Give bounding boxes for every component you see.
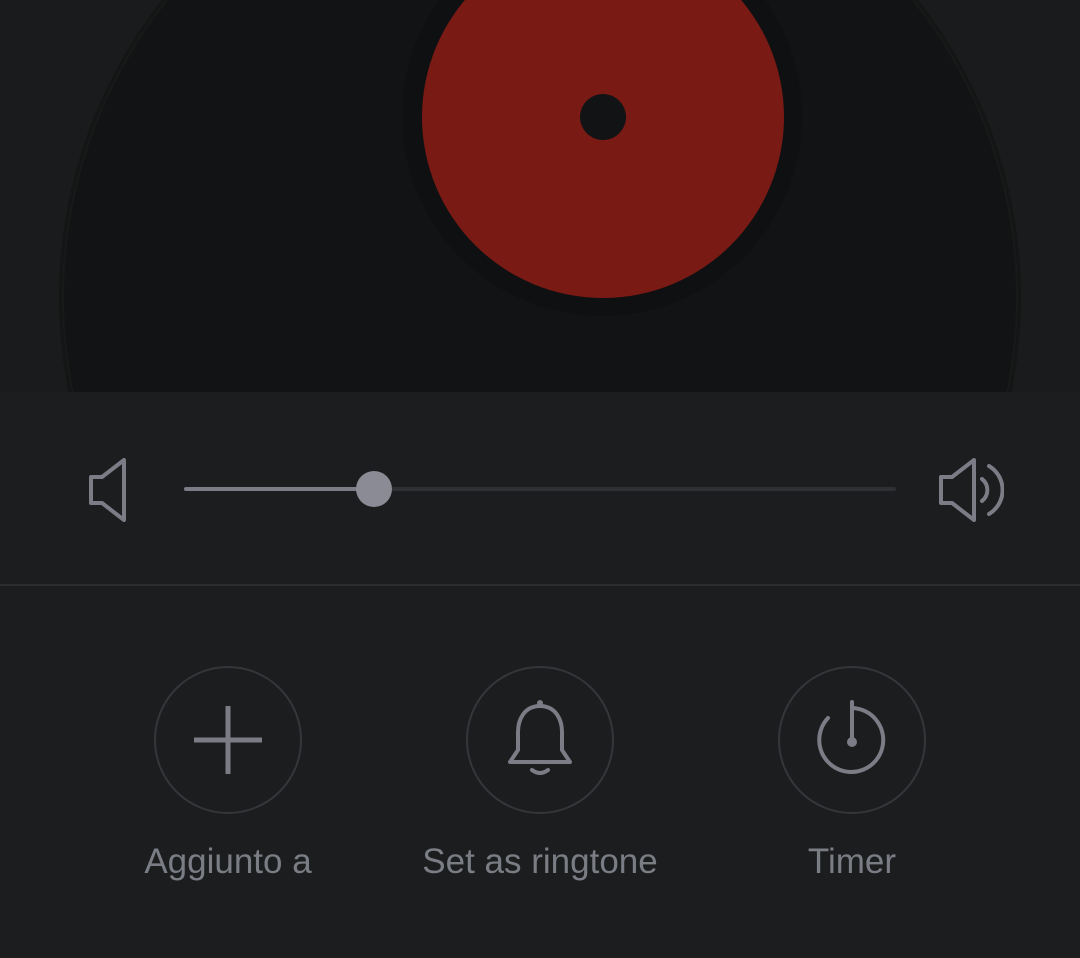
timer-button[interactable]: Timer bbox=[702, 666, 1002, 896]
music-player: Aggiunto a Set as ringtone Timer bbox=[0, 0, 1080, 958]
timer-icon bbox=[817, 700, 886, 774]
bell-icon bbox=[508, 700, 572, 775]
volume-panel bbox=[0, 392, 1080, 584]
album-art-area bbox=[0, 0, 1080, 392]
ringtone-button-circle[interactable] bbox=[466, 666, 614, 814]
volume-slider[interactable] bbox=[184, 471, 896, 507]
volume-high-icon[interactable] bbox=[934, 458, 1005, 522]
set-ringtone-button[interactable]: Set as ringtone bbox=[390, 666, 690, 896]
volume-slider-fill bbox=[184, 487, 375, 491]
volume-slider-thumb[interactable] bbox=[356, 471, 393, 507]
set-as-ringtone-label: Set as ringtone bbox=[422, 842, 658, 881]
vinyl-spindle-hole bbox=[580, 94, 626, 140]
volume-low-icon[interactable] bbox=[84, 458, 154, 522]
vinyl-record bbox=[62, 0, 1018, 392]
add-to-playlist-button[interactable]: Aggiunto a bbox=[78, 666, 378, 896]
timer-button-circle[interactable] bbox=[778, 666, 926, 814]
plus-icon bbox=[194, 706, 262, 774]
add-to-label: Aggiunto a bbox=[144, 842, 312, 881]
action-bar: Aggiunto a Set as ringtone Timer bbox=[0, 586, 1080, 958]
add-button-circle[interactable] bbox=[154, 666, 302, 814]
timer-label: Timer bbox=[807, 842, 897, 881]
